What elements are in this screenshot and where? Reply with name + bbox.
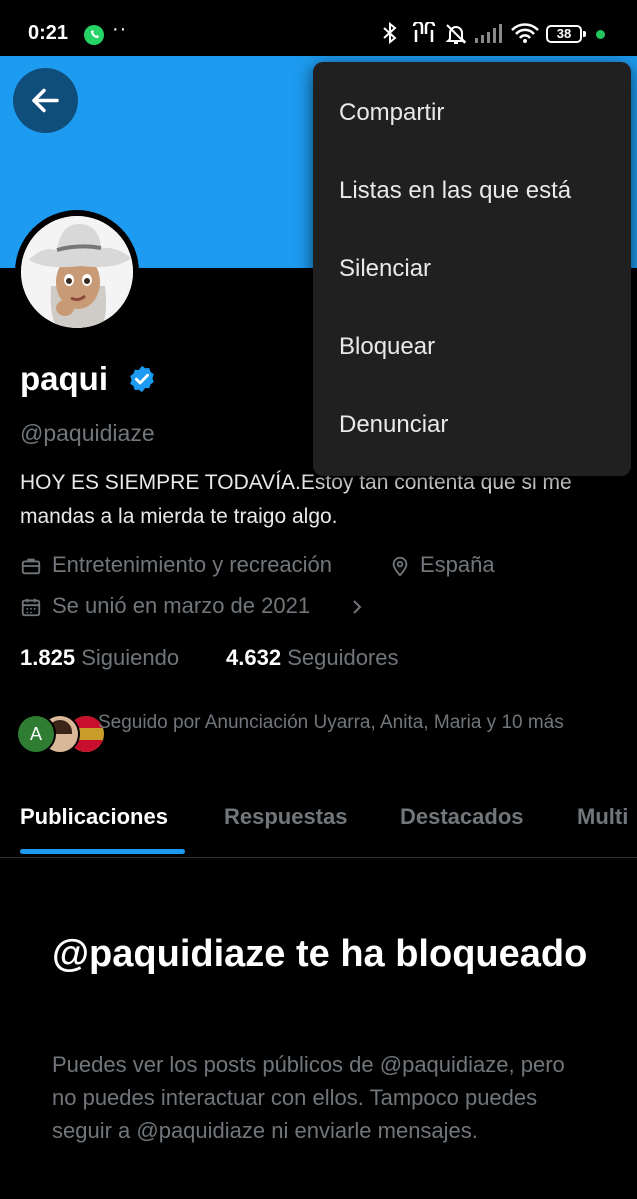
tab-respuestas[interactable]: Respuestas <box>224 804 348 830</box>
tabs-divider <box>0 857 637 858</box>
followers-stat[interactable]: 4.632 Seguidores <box>226 645 399 671</box>
battery-tip <box>583 31 586 37</box>
active-tab-indicator <box>20 849 185 854</box>
profile-name: paqui <box>20 360 108 397</box>
bluetooth-icon <box>380 21 400 49</box>
arrow-left-icon <box>32 88 59 113</box>
menu-item-listas[interactable]: Listas en las que está <box>339 177 571 205</box>
memoji-avatar-image <box>21 216 133 328</box>
chevron-right-icon[interactable] <box>348 598 366 616</box>
profile-handle: @paquidiaze <box>20 420 155 446</box>
following-stat[interactable]: 1.825 Siguiendo <box>20 645 179 671</box>
location-pin-icon <box>392 556 408 577</box>
verified-badge-icon[interactable] <box>127 364 157 394</box>
notification-dots: ·· <box>112 18 128 40</box>
followers-count: 4.632 <box>226 645 282 670</box>
status-time: 0:21 <box>28 22 69 44</box>
whatsapp-icon <box>84 25 104 45</box>
followers-label: Seguidores <box>287 645 399 670</box>
menu-item-compartir[interactable]: Compartir <box>339 99 444 127</box>
menu-item-silenciar[interactable]: Silenciar <box>339 255 431 283</box>
profile-bio: HOY ES SIEMPRE TODAVÍA.Estoy tan content… <box>20 471 572 528</box>
following-count: 1.825 <box>20 645 76 670</box>
earbuds-icon <box>410 20 438 49</box>
menu-item-denunciar[interactable]: Denunciar <box>339 411 448 439</box>
profile-joined[interactable]: Se unió en marzo de 2021 <box>52 593 310 619</box>
calendar-icon <box>21 598 41 617</box>
tab-publicaciones[interactable]: Publicaciones <box>20 804 168 830</box>
followed-by-text[interactable]: Seguido por Anunciación Uyarra, Anita, M… <box>98 708 618 737</box>
bell-muted-icon <box>444 22 468 51</box>
profile-category: Entretenimiento y recreación <box>52 552 333 577</box>
menu-item-bloquear[interactable]: Bloquear <box>339 333 435 361</box>
overflow-menu: Compartir Listas en las que está Silenci… <box>313 62 631 476</box>
blocked-title: @paquidiaze te ha bloqueado <box>52 933 588 975</box>
profile-location: España <box>420 552 495 577</box>
following-label: Siguiendo <box>81 645 180 670</box>
follower-avatar-1: A <box>16 714 56 754</box>
back-button[interactable] <box>13 68 78 133</box>
privacy-indicator-dot <box>596 30 605 39</box>
tab-destacados[interactable]: Destacados <box>400 804 524 830</box>
wifi-icon <box>510 22 540 49</box>
battery-icon: 38 <box>546 25 582 43</box>
blocked-description: Puedes ver los posts públicos de @paquid… <box>52 1052 565 1143</box>
avatar[interactable] <box>21 216 133 328</box>
briefcase-icon <box>21 558 41 575</box>
signal-icon <box>474 22 504 49</box>
tab-multimedia[interactable]: Multi <box>577 804 628 830</box>
